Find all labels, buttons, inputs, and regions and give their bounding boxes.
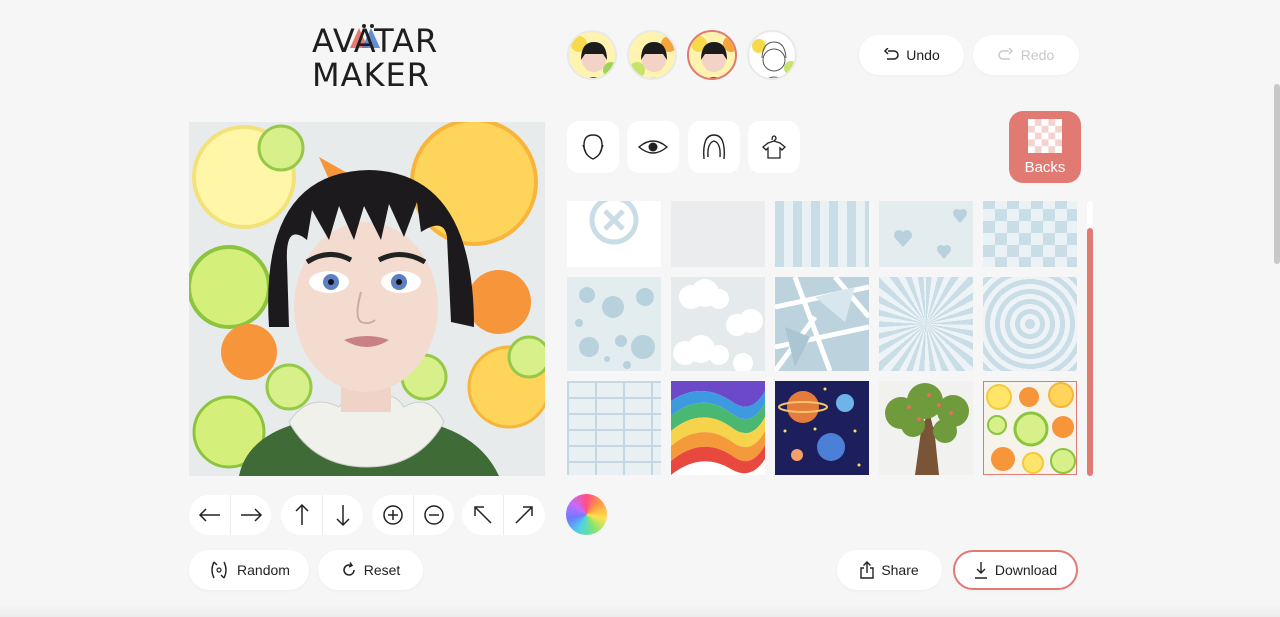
reset-label: Reset	[363, 562, 401, 578]
background-tile-citrus[interactable]	[983, 381, 1077, 475]
page-scrollbar[interactable]	[1274, 84, 1280, 264]
app-logo: AVATAR MAKER	[312, 16, 439, 94]
logo-line-2: MAKER	[312, 56, 430, 94]
random-icon	[211, 561, 227, 579]
close-icon	[589, 201, 639, 245]
category-hair-button[interactable]	[688, 121, 740, 173]
zoom-in-icon	[382, 505, 403, 525]
share-button[interactable]: Share	[837, 550, 942, 590]
undo-label: Undo	[906, 47, 940, 63]
download-icon	[974, 562, 987, 579]
redo-label: Redo	[1020, 47, 1055, 63]
download-label: Download	[994, 562, 1058, 578]
move-vertical-group	[281, 495, 363, 535]
move-down-button[interactable]	[322, 495, 363, 535]
arrow-left-icon	[198, 508, 220, 522]
rotate-left-icon	[473, 506, 492, 524]
arrow-down-icon	[336, 505, 350, 527]
redo-button[interactable]: Redo	[973, 35, 1079, 75]
background-tile-hearts[interactable]	[879, 201, 973, 267]
share-label: Share	[881, 562, 919, 578]
random-label: Random	[237, 562, 290, 578]
background-grid-scrollbar[interactable]	[1087, 201, 1093, 476]
clothes-icon	[762, 135, 786, 159]
rotate-group	[462, 495, 545, 535]
background-tile-plain[interactable]	[671, 201, 765, 267]
background-tile-clouds[interactable]	[671, 277, 765, 371]
page-bottom-edge	[0, 605, 1280, 617]
rotate-right-button[interactable]	[503, 495, 544, 535]
history-thumb-3[interactable]	[687, 30, 737, 80]
background-grid	[567, 201, 1079, 476]
share-icon	[860, 561, 875, 579]
random-button[interactable]: Random	[189, 550, 309, 590]
category-clothes-button[interactable]	[748, 121, 800, 173]
checker-icon	[1028, 118, 1062, 153]
background-tile-rings[interactable]	[983, 277, 1077, 371]
history-strip	[567, 30, 797, 80]
zoom-out-icon	[424, 505, 444, 525]
logo-line-1: AVATAR	[312, 22, 439, 60]
arrow-right-icon	[241, 508, 263, 522]
category-face-button[interactable]	[567, 121, 619, 173]
zoom-out-button[interactable]	[413, 495, 454, 535]
history-thumb-4[interactable]	[747, 30, 797, 80]
zoom-in-button[interactable]	[372, 495, 413, 535]
eye-icon	[637, 140, 669, 154]
move-left-button[interactable]	[189, 495, 230, 535]
background-tile-rainbow[interactable]	[671, 381, 765, 475]
move-right-button[interactable]	[230, 495, 271, 535]
move-up-button[interactable]	[281, 495, 322, 535]
face-shape-icon	[582, 134, 604, 160]
zoom-group	[372, 495, 454, 535]
history-thumb-1[interactable]	[567, 30, 617, 80]
backs-label: Backs	[1024, 158, 1066, 176]
background-tile-none[interactable]	[567, 201, 661, 267]
color-picker-button[interactable]	[566, 494, 607, 535]
download-button[interactable]: Download	[953, 550, 1078, 590]
rotate-left-button[interactable]	[462, 495, 503, 535]
move-horizontal-group	[189, 495, 271, 535]
background-tile-dots[interactable]	[567, 277, 661, 371]
redo-icon	[998, 48, 1013, 60]
undo-icon	[884, 48, 900, 60]
background-tile-stripes[interactable]	[775, 201, 869, 267]
category-eyes-button[interactable]	[627, 121, 679, 173]
scrollbar-thumb[interactable]	[1087, 228, 1093, 476]
background-tile-sunburst[interactable]	[879, 277, 973, 371]
background-tile-space[interactable]	[775, 381, 869, 475]
reset-icon	[343, 562, 355, 576]
hair-icon	[703, 134, 725, 160]
background-tile-tree[interactable]	[879, 381, 973, 475]
undo-button[interactable]: Undo	[859, 35, 964, 75]
rotate-right-icon	[515, 506, 533, 524]
background-tile-bricks[interactable]	[567, 381, 661, 475]
avatar-preview	[189, 122, 545, 476]
category-backs-button[interactable]: Backs	[1009, 111, 1081, 183]
avatar-canvas	[189, 122, 545, 476]
reset-button[interactable]: Reset	[318, 550, 423, 590]
background-tile-checker[interactable]	[983, 201, 1077, 267]
history-thumb-2[interactable]	[627, 30, 677, 80]
arrow-up-icon	[294, 503, 309, 525]
background-tile-shards[interactable]	[775, 277, 869, 371]
